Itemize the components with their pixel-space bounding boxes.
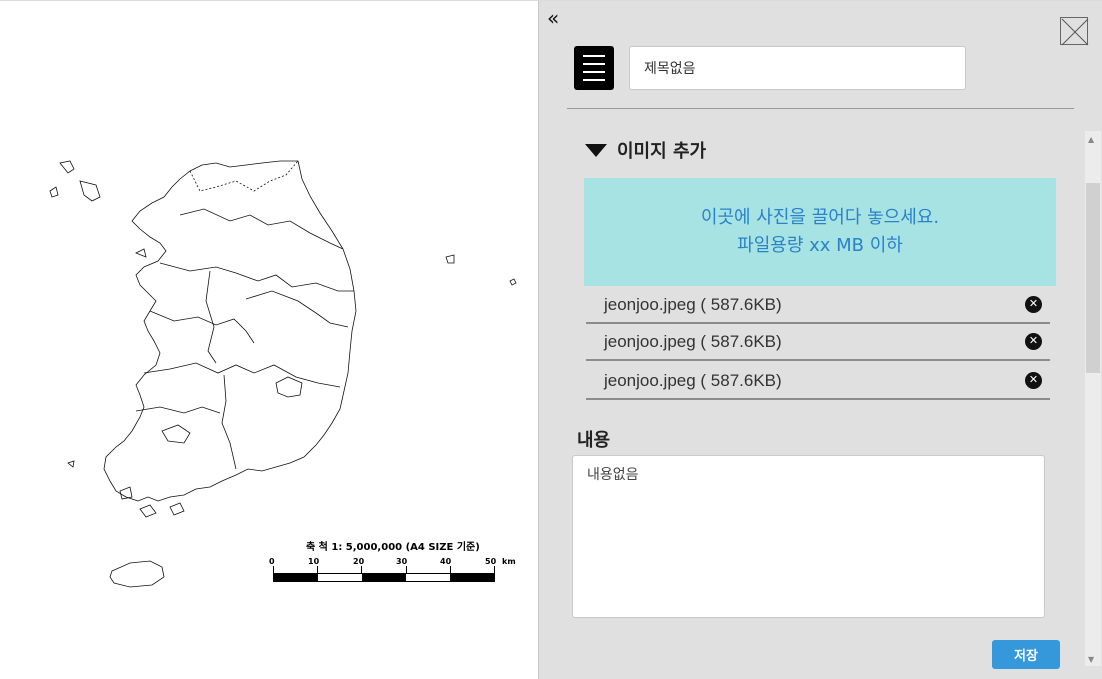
province-border [159, 262, 354, 292]
side-panel: « 이미지 추가 이곳에 사진을 끌어다 놓으세요. 파일용량 xx MB 이하… [538, 0, 1102, 679]
island [79, 180, 101, 202]
scale-bar [273, 573, 495, 582]
island [59, 160, 75, 174]
island [49, 186, 59, 198]
scale-unit: km [502, 557, 516, 566]
title-input[interactable] [629, 46, 966, 90]
province-border [135, 406, 221, 414]
image-drop-zone[interactable]: 이곳에 사진을 끌어다 놓으세요. 파일용량 xx MB 이하 [584, 178, 1056, 286]
scale-tick: 20 [353, 557, 365, 566]
scale-tickmark [494, 566, 495, 573]
island [445, 254, 455, 264]
scroll-up-icon[interactable]: ▲ [1088, 135, 1094, 144]
menu-icon[interactable] [574, 46, 614, 90]
province-border [143, 362, 341, 388]
file-list-item: jeonjoo.jpeg ( 587.6KB) ✕ [586, 363, 1050, 400]
island [275, 376, 303, 398]
dokdo-islands [445, 254, 517, 286]
caret-down-icon [585, 143, 607, 157]
island [135, 248, 147, 258]
scroll-down-icon[interactable]: ▼ [1088, 655, 1094, 664]
scrollbar[interactable]: ▲ ▼ [1085, 131, 1101, 666]
scale-tick: 50 [485, 557, 497, 566]
island [67, 460, 75, 468]
file-list-item: jeonjoo.jpeg ( 587.6KB) ✕ [586, 324, 1050, 361]
scroll-thumb[interactable] [1086, 183, 1100, 373]
island [169, 502, 185, 516]
remove-file-icon[interactable]: ✕ [1025, 296, 1042, 313]
close-icon[interactable] [1060, 17, 1089, 46]
remove-file-icon[interactable]: ✕ [1025, 372, 1042, 389]
province-border [245, 290, 349, 328]
scale-tick: 0 [269, 557, 275, 566]
save-button[interactable]: 저장 [992, 640, 1060, 669]
scale-tickmark [273, 566, 274, 573]
drop-zone-size-limit: 파일용량 xx MB 이하 [737, 235, 903, 256]
island [161, 424, 191, 444]
province-border [179, 208, 344, 250]
scale-tick: 30 [396, 557, 408, 566]
image-section-title: 이미지 추가 [617, 141, 707, 162]
file-name: jeonjoo.jpeg ( 587.6KB) [604, 294, 782, 314]
scale-tick: 40 [440, 557, 452, 566]
province-border [205, 270, 217, 364]
file-list-item: jeonjoo.jpeg ( 587.6KB) ✕ [586, 287, 1050, 324]
scale-tickmark [317, 566, 318, 573]
province-border [149, 310, 255, 344]
image-section-toggle[interactable]: 이미지 추가 [585, 137, 706, 163]
file-name: jeonjoo.jpeg ( 587.6KB) [604, 370, 782, 390]
peninsula-outline [103, 160, 357, 502]
content-textarea[interactable]: 내용없음 [572, 455, 1045, 618]
collapse-panel-icon[interactable]: « [547, 7, 559, 29]
scale-tickmark [450, 566, 451, 573]
island [139, 504, 157, 518]
scale-tickmark [406, 566, 407, 573]
jeju-island [109, 560, 165, 588]
file-name: jeonjoo.jpeg ( 587.6KB) [604, 331, 782, 351]
scale-tick: 10 [308, 557, 320, 566]
content-label: 내용 [577, 430, 611, 451]
island [509, 278, 517, 286]
header-divider [567, 108, 1074, 109]
remove-file-icon[interactable]: ✕ [1025, 333, 1042, 350]
map-pane: 축 척 1: 5,000,000 (A4 SIZE 기준) 0 10 20 30… [0, 0, 538, 679]
scale-title: 축 척 1: 5,000,000 (A4 SIZE 기준) [306, 542, 480, 553]
province-border [221, 374, 237, 470]
drop-zone-instruction: 이곳에 사진을 끌어다 놓으세요. [700, 207, 940, 228]
scale-tickmark [361, 566, 362, 573]
